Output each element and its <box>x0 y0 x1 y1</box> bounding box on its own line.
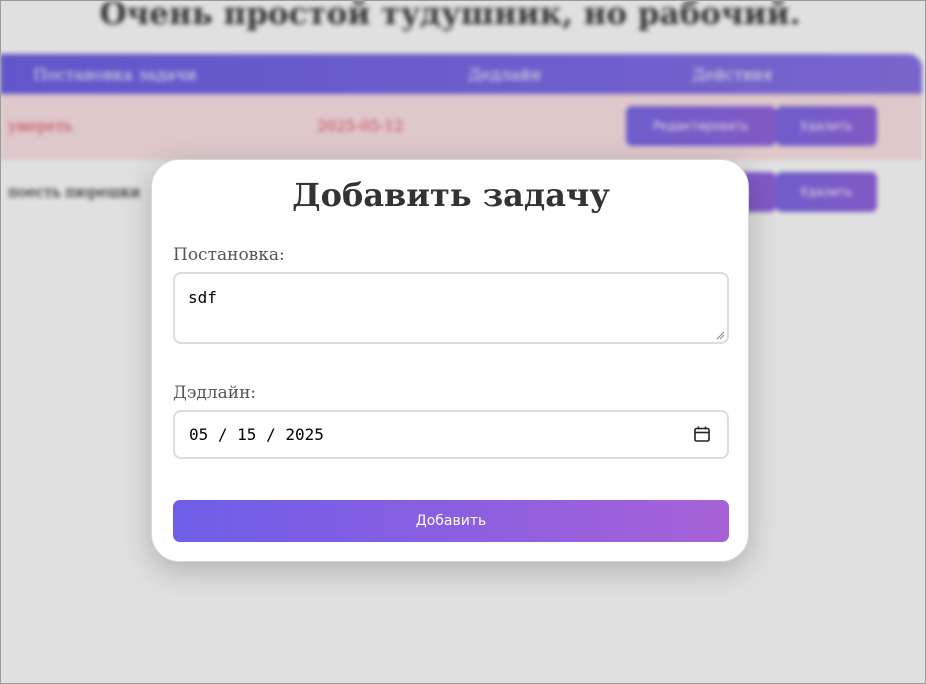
deadline-date-value: 05 / 15 / 2025 <box>189 425 324 444</box>
deadline-field-label: Дэдлайн: <box>173 383 257 403</box>
resize-grip-icon[interactable] <box>716 331 725 340</box>
add-task-button[interactable]: Добавить <box>173 500 729 542</box>
modal-title: Добавить задачу <box>292 176 610 214</box>
deadline-date-input[interactable]: 05 / 15 / 2025 <box>173 410 729 459</box>
task-field-label: Постановка: <box>173 245 285 265</box>
add-task-modal: Добавить задачу Постановка: sdf Дэдлайн:… <box>151 159 749 562</box>
task-textarea[interactable]: sdf <box>173 272 729 344</box>
calendar-icon[interactable] <box>693 425 711 443</box>
task-textarea-value: sdf <box>188 288 217 307</box>
